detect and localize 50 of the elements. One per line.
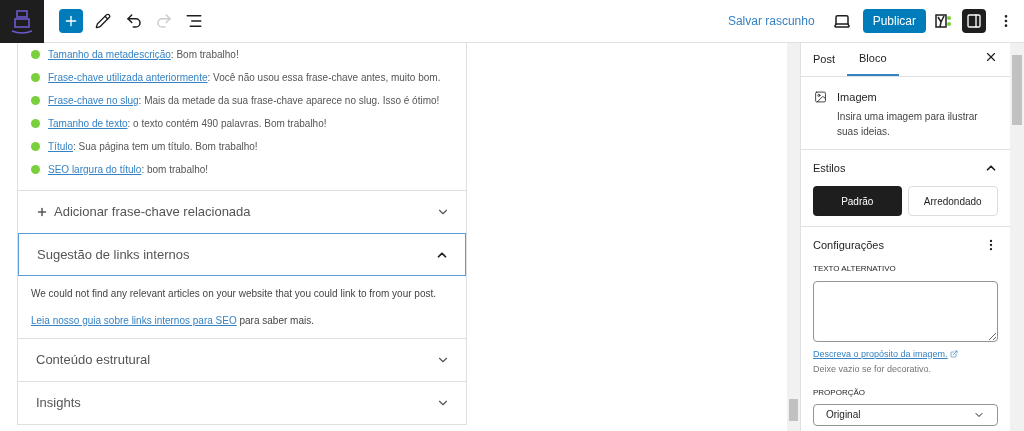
external-link-icon	[949, 350, 958, 359]
site-logo[interactable]	[0, 0, 44, 43]
field-label: PROPORÇÃO	[813, 386, 866, 399]
image-icon	[814, 89, 828, 105]
help-link[interactable]: Descreva o propósito da imagem.	[813, 347, 948, 361]
section-header[interactable]: Sugestão de links internos	[18, 233, 466, 276]
field-label: TEXTO ALTERNATIVO	[813, 262, 897, 275]
publish-button[interactable]: Publicar	[862, 9, 926, 33]
save-draft-button[interactable]: Salvar rascunho	[727, 12, 815, 30]
check-link[interactable]: Título	[48, 140, 73, 152]
styles-title: Estilos	[813, 160, 846, 176]
settings-title: Configurações	[813, 238, 884, 253]
check-text: Tamanho da metadescrição: Bom trabalho!	[48, 47, 239, 62]
plus-icon	[63, 13, 79, 29]
list-view-icon[interactable]	[185, 12, 203, 30]
decorative-hint: Deixe vazio se for decorativo.	[813, 363, 933, 376]
section-header[interactable]: Conteúdo estrutural	[18, 338, 466, 381]
check-text: Frase-chave no slug: Mais da metade da sua frase-chave aparece no slug. Isso é ótimo!	[48, 93, 440, 108]
sidebar-tab[interactable]: Bloco	[847, 42, 899, 76]
check-text: SEO largura do título: bom trabalho!	[48, 162, 209, 177]
sidebar-scrollbar[interactable]	[1010, 43, 1024, 431]
plus-icon	[36, 206, 48, 218]
editor-scrollbar[interactable]	[787, 43, 800, 431]
style-option[interactable]: Arredondado	[907, 186, 998, 216]
alt-text-field[interactable]	[813, 280, 998, 342]
check-link[interactable]: Frase-chave no slug	[48, 94, 139, 106]
sidebar-toggle-button[interactable]	[962, 9, 986, 33]
style-option[interactable]: Padrão	[813, 186, 902, 216]
section-header[interactable]: Insights	[18, 381, 466, 424]
block-title: Imagem	[837, 90, 878, 105]
guide-link[interactable]: Leia nosso guia sobre links internos para SEO	[31, 315, 237, 326]
undo-icon[interactable]	[125, 12, 143, 30]
check-link[interactable]: Tamanho da metadescrição	[48, 48, 171, 60]
yoast-icon[interactable]	[935, 13, 953, 29]
guide-text: Leia nosso guia sobre links internos para SEO para saber mais.	[31, 314, 315, 328]
ratio-select[interactable]: Original	[813, 403, 998, 426]
sidebar-tab[interactable]: Post	[813, 42, 835, 76]
check-link[interactable]: Tamanho de texto	[48, 117, 128, 129]
laptop-icon[interactable]	[832, 12, 851, 30]
section-header[interactable]: Adicionar frase-chave relacionada	[18, 190, 466, 233]
info-text: We could not find any relevant articles on your website that you could link to from your post.	[31, 287, 438, 301]
block-description: Insira uma imagem para ilustrar suas ideias.	[837, 109, 979, 139]
check-text: Título: Sua página tem um título. Bom trabalho!	[48, 139, 258, 154]
add-block-button[interactable]	[59, 9, 83, 33]
panel-icon	[966, 13, 982, 29]
close-icon[interactable]	[984, 50, 998, 64]
check-text: Frase-chave utilizada anteriormente: Você não usou essa frase-chave antes, muito bom.	[48, 70, 441, 85]
pencil-icon[interactable]	[95, 13, 111, 29]
check-link[interactable]: Frase-chave utilizada anteriormente	[48, 71, 208, 83]
check-text: Tamanho de texto: o texto contém 490 palavras. Bom trabalho!	[48, 116, 327, 131]
